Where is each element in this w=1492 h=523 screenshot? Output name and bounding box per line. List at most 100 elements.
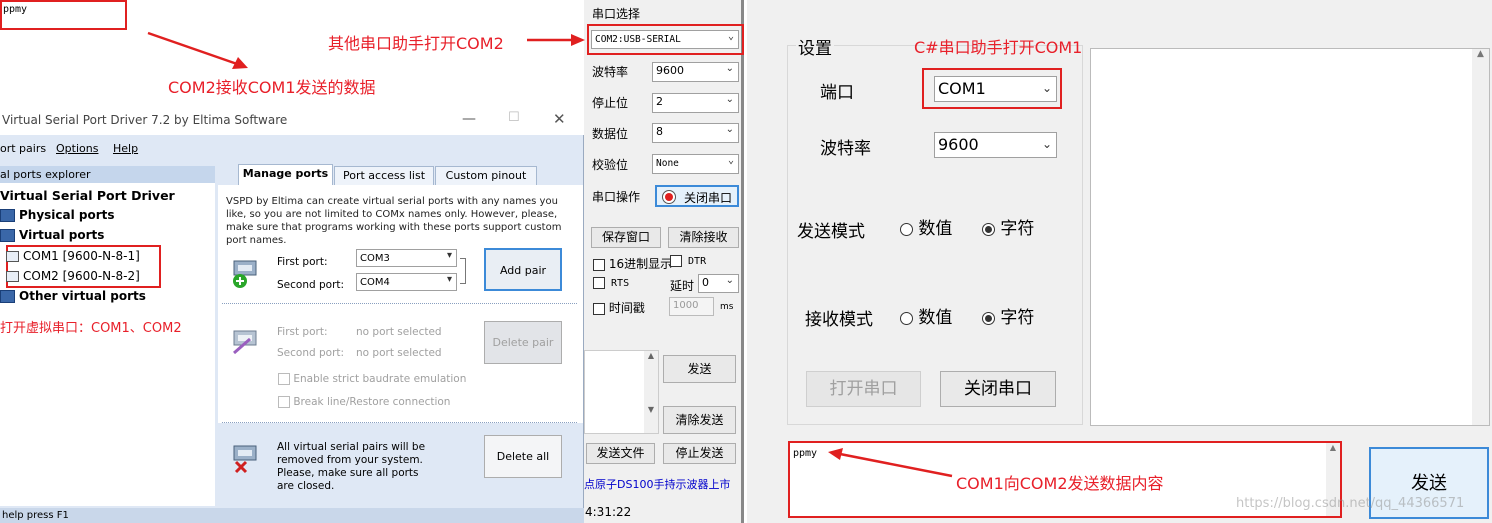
computer-icon [0, 229, 15, 242]
tab-manage-ports[interactable]: Manage ports [238, 164, 333, 186]
close-icon[interactable]: ✕ [553, 110, 566, 128]
baud-label: 波特率 [592, 65, 629, 79]
status-text: help press F1 [2, 510, 69, 521]
delete-all-button[interactable]: Delete all [484, 435, 562, 478]
send-mode-numeric[interactable]: 数值 [900, 214, 952, 239]
radio-selected-icon[interactable] [982, 222, 995, 236]
stop-label: 停止位 [592, 96, 629, 110]
delete-pair-icon [233, 330, 257, 355]
minimize-icon[interactable]: — [462, 111, 476, 127]
parity-select[interactable]: None ⌄ [652, 154, 739, 174]
baud-select[interactable]: 9600 ⌄ [652, 62, 739, 82]
strict-baud-option[interactable]: Enable strict baudrate emulation [278, 373, 466, 385]
ad-link[interactable]: 点原子DS100手持示波器上市 [584, 476, 730, 492]
dtr-checkbox[interactable] [670, 255, 682, 267]
explorer-header-label: al ports explorer [0, 168, 91, 181]
add-pair-icon [233, 260, 257, 288]
radio-icon[interactable] [900, 311, 913, 325]
stop-send-button[interactable]: 停止发送 [663, 443, 736, 464]
rts-option[interactable]: RTS [593, 277, 629, 289]
send-button-mid[interactable]: 发送 [663, 355, 736, 383]
open-port-button[interactable]: 打开串口 [806, 371, 921, 407]
menu-help[interactable]: Help [113, 142, 138, 155]
chevron-down-icon: ▾ [446, 250, 452, 261]
timestamp-option[interactable]: 时间戳 [593, 299, 645, 316]
recv-mode-numeric[interactable]: 数值 [900, 303, 952, 328]
arrow-annotation-receive [147, 31, 248, 69]
menu-options[interactable]: Options [56, 142, 98, 155]
port-combobox[interactable]: COM1 ⌄ [934, 76, 1057, 102]
send-textarea-mid[interactable]: ▲ ▼ [584, 350, 659, 434]
serial-port-icon [6, 271, 19, 282]
computer-icon [0, 290, 15, 303]
add-pair-button[interactable]: Add pair [484, 248, 562, 291]
vspd-description: VSPD by Eltima can create virtual serial… [226, 196, 562, 246]
dtr-label: DTR [688, 256, 707, 267]
port-select-value: COM2:USB-SERIAL [595, 34, 681, 45]
recv-mode-char[interactable]: 字符 [982, 303, 1034, 328]
port-select-combobox[interactable]: COM2:USB-SERIAL ⌄ [591, 30, 739, 49]
chevron-down-icon: ⌄ [725, 275, 734, 286]
send-file-button[interactable]: 发送文件 [586, 443, 655, 464]
tree-other[interactable]: Other virtual ports [0, 289, 146, 303]
chevron-down-icon: ⌄ [727, 155, 734, 166]
tree-physical[interactable]: Physical ports [0, 208, 115, 222]
chevron-down-icon: ▾ [446, 274, 452, 285]
delay-label: 延时 [670, 279, 695, 293]
delete-pair-button[interactable]: Delete pair [484, 321, 562, 364]
stop-select[interactable]: 2 ⌄ [652, 93, 739, 113]
tree-com2[interactable]: COM2 [9600-N-8-2] [6, 269, 140, 283]
save-window-button[interactable]: 保存窗口 [591, 227, 661, 248]
interval-input[interactable]: 1000 [669, 297, 714, 316]
break-line-option[interactable]: Break line/Restore connection [278, 396, 450, 408]
clear-recv-button[interactable]: 清除接收 [668, 227, 739, 248]
csharp-baud-value: 9600 [938, 135, 979, 154]
annotation-csharp: C#串口助手打开COM1 [914, 38, 1083, 57]
first-port-none: no port selected [356, 326, 442, 338]
tree-root-label: Virtual Serial Port Driver [0, 188, 175, 203]
first-port-select[interactable]: COM3 ▾ [356, 249, 457, 267]
tree-com1[interactable]: COM1 [9600-N-8-1] [6, 249, 140, 263]
rts-checkbox[interactable] [593, 277, 605, 289]
data-select[interactable]: 8 ⌄ [652, 123, 739, 143]
send-mode-label: 发送模式 [797, 222, 865, 242]
arrow-annotation-other [527, 34, 585, 46]
hex-display-option[interactable]: 16进制显示 [593, 255, 672, 272]
clock: 4:31:22 [585, 505, 632, 519]
close-port-button-mid[interactable]: 关闭串口 [655, 185, 739, 207]
scrollbar[interactable]: ▲ [1472, 49, 1489, 425]
recv-mode-char-label: 字符 [1000, 308, 1035, 328]
strict-baud-checkbox[interactable] [278, 373, 290, 385]
clear-send-button[interactable]: 清除发送 [663, 406, 736, 434]
delay-select[interactable]: 0 ⌄ [698, 274, 739, 293]
tree-virtual[interactable]: Virtual ports [0, 228, 104, 242]
maximize-icon[interactable]: ☐ [508, 110, 520, 125]
first-port-label: First port: [277, 256, 328, 268]
close-port-label-mid: 关闭串口 [684, 191, 733, 205]
close-port-button[interactable]: 关闭串口 [940, 371, 1056, 407]
scrollbar[interactable]: ▲ ▼ [644, 351, 658, 433]
radio-selected-icon[interactable] [982, 311, 995, 325]
break-line-checkbox[interactable] [278, 396, 290, 408]
send-mode-char-label: 字符 [1000, 219, 1035, 239]
second-port-value: COM4 [360, 277, 390, 288]
baud-value: 9600 [656, 64, 684, 77]
hex-display-checkbox[interactable] [593, 258, 605, 271]
op-label: 串口操作 [592, 190, 641, 204]
tab-port-access-list[interactable]: Port access list [334, 166, 434, 185]
chevron-down-icon: ⌄ [725, 63, 734, 74]
timestamp-checkbox[interactable] [593, 302, 605, 315]
tree-root[interactable]: Virtual Serial Port Driver [0, 188, 175, 203]
annotation-send-content: COM1向COM2发送数据内容 [956, 474, 1164, 493]
radio-icon[interactable] [900, 222, 913, 236]
second-port-select[interactable]: COM4 ▾ [356, 273, 457, 291]
menu-port-pairs[interactable]: ort pairs [0, 142, 46, 155]
dtr-option[interactable]: DTR [670, 255, 706, 267]
second-port-none: no port selected [356, 347, 442, 359]
receive-textarea[interactable]: ▲ [1090, 48, 1490, 426]
vspd-menubar: ort pairs Options Help [0, 137, 584, 159]
csharp-baud-combobox[interactable]: 9600 ⌄ [934, 132, 1057, 158]
tab-custom-pinout[interactable]: Custom pinout [435, 166, 537, 185]
send-mode-char[interactable]: 字符 [982, 214, 1034, 239]
annotation-receive: COM2接收COM1发送的数据 [168, 78, 376, 97]
